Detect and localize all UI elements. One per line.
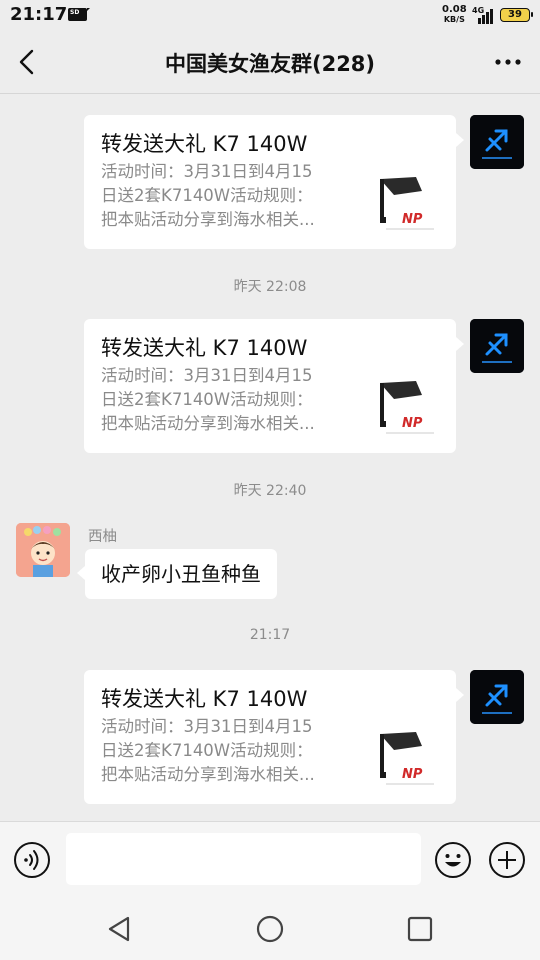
more-dots-icon [495, 59, 521, 65]
message-timestamp: 21:17 [249, 627, 291, 643]
svg-text:NP: NP [402, 767, 423, 782]
sagittarius-avatar-icon [470, 670, 524, 724]
my-avatar[interactable] [470, 319, 524, 373]
card-description: 活动时间：3月31日到4月15 日送2套K7140W活动规则： 把本贴活动分享到海水… [101, 366, 315, 433]
cartoon-boy-avatar-icon [16, 523, 70, 577]
battery-level: 39 [508, 9, 522, 20]
card-description: 活动时间：3月31日到4月15 日送2套K7140W活动规则： 把本贴活动分享到海水… [101, 717, 315, 784]
chat-header: 中国美女渔友群(228) [0, 30, 540, 94]
my-avatar[interactable] [470, 670, 524, 724]
svg-text:NP: NP [402, 416, 423, 431]
square-recents-icon [407, 916, 433, 942]
message-timestamp: 昨天 22:40 [233, 483, 307, 499]
system-nav-bar [0, 899, 540, 960]
message-timestamp: 昨天 22:08 [233, 279, 307, 295]
input-bar [0, 821, 540, 899]
network-type: 4G [472, 6, 485, 15]
card-thumbnail: NP [372, 173, 440, 235]
more-functions-button[interactable] [488, 841, 526, 879]
my-avatar[interactable] [470, 115, 524, 169]
battery-icon: 39 [500, 8, 533, 22]
circle-home-icon [256, 915, 284, 943]
card-title: 转发送大礼 K7 140W [101, 336, 308, 360]
text-message-bubble[interactable]: 收产卵小丑鱼种鱼 [77, 549, 277, 599]
link-card-message[interactable]: 转发送大礼 K7 140W 活动时间：3月31日到4月15 日送2套K7140W活… [84, 670, 464, 804]
triangle-back-icon [108, 916, 130, 942]
voice-button[interactable] [13, 841, 51, 879]
card-title: 转发送大礼 K7 140W [101, 132, 308, 156]
signal-icon: 4G [472, 6, 496, 24]
card-thumbnail: NP [372, 377, 440, 439]
link-card-message[interactable]: 转发送大礼 K7 140W 活动时间：3月31日到4月15 日送2套K7140W活… [84, 319, 464, 453]
sagittarius-avatar-icon [470, 115, 524, 169]
nav-back-button[interactable] [104, 913, 136, 945]
link-card-message[interactable]: 转发送大礼 K7 140W 活动时间：3月31日到4月15 日送2套K7140W活… [84, 115, 464, 249]
card-thumbnail: NP [372, 728, 440, 790]
more-button[interactable] [488, 46, 528, 78]
nav-home-button[interactable] [254, 913, 286, 945]
sender-avatar[interactable] [16, 523, 70, 577]
network-speed: 0.08 KB/S [442, 5, 467, 25]
status-time: 21:17 [10, 4, 68, 25]
sagittarius-avatar-icon [470, 319, 524, 373]
sd-label: SD [70, 9, 80, 16]
svg-text:NP: NP [402, 212, 423, 227]
sender-name: 西柚 [88, 529, 117, 545]
card-title: 转发送大礼 K7 140W [101, 687, 308, 711]
message-input[interactable] [66, 833, 421, 885]
emoji-button[interactable] [434, 841, 472, 879]
emoji-icon [435, 842, 471, 878]
nav-recents-button[interactable] [404, 913, 436, 945]
card-description: 活动时间：3月31日到4月15 日送2套K7140W活动规则： 把本贴活动分享到海水… [101, 162, 315, 229]
status-bar: 21:17 SD 0.08 KB/S 4G 39 [0, 0, 540, 30]
network-speed-unit: KB/S [443, 15, 465, 24]
plus-circle-icon [489, 842, 525, 878]
message-list[interactable]: 转发送大礼 K7 140W 活动时间：3月31日到4月15 日送2套K7140W活… [0, 95, 540, 821]
sd-card-icon: SD [68, 8, 90, 21]
chat-title: 中国美女渔友群(228) [164, 52, 376, 76]
voice-icon [14, 842, 50, 878]
network-speed-value: 0.08 [442, 4, 467, 15]
